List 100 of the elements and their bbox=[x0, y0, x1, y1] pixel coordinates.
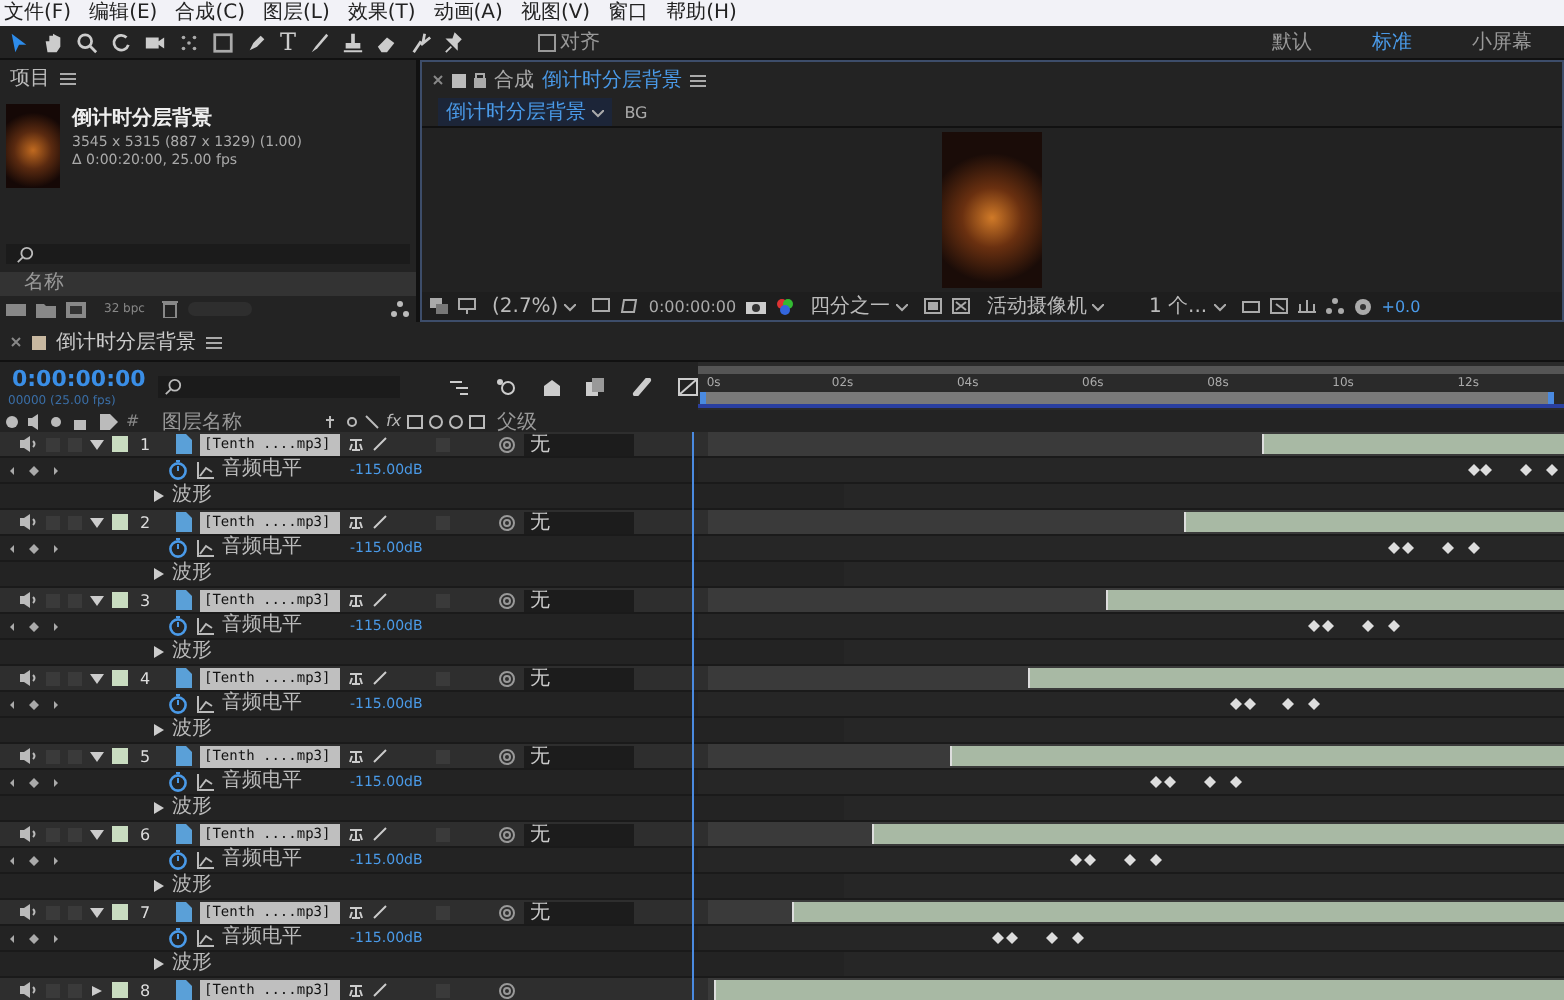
workspace-tab[interactable]: 小屏幕 bbox=[1448, 28, 1556, 56]
menu-item[interactable]: 编辑(E) bbox=[89, 0, 158, 26]
menu-icon[interactable] bbox=[690, 73, 706, 87]
composition-name[interactable]: 倒计时分层背景 bbox=[542, 66, 682, 94]
expand-triangle-icon[interactable] bbox=[90, 751, 104, 761]
expand-triangle-icon[interactable] bbox=[154, 802, 164, 814]
parent-dropdown[interactable]: 无 bbox=[524, 901, 634, 923]
audio-icon[interactable] bbox=[18, 670, 38, 686]
graph-icon[interactable] bbox=[196, 695, 214, 713]
rotate-tool-icon[interactable] bbox=[110, 31, 132, 53]
label-color-swatch[interactable] bbox=[112, 670, 128, 686]
menu-item[interactable]: 帮助(H) bbox=[666, 0, 737, 26]
search-field[interactable] bbox=[6, 244, 410, 264]
label-color-swatch[interactable] bbox=[112, 514, 128, 530]
expand-triangle-icon[interactable] bbox=[154, 568, 164, 580]
menu-icon[interactable] bbox=[60, 71, 76, 85]
keyframe-navigator-icon[interactable] bbox=[8, 697, 60, 711]
region-icon[interactable] bbox=[924, 298, 943, 314]
parent-dropdown[interactable]: 无 bbox=[524, 511, 634, 533]
transparency-grid-icon[interactable] bbox=[952, 298, 971, 314]
expand-triangle-icon[interactable] bbox=[154, 724, 164, 736]
graph-icon[interactable] bbox=[196, 929, 214, 947]
color-channels-icon[interactable] bbox=[776, 297, 795, 315]
keyframe-navigator-icon[interactable] bbox=[8, 463, 60, 477]
hand-tool-icon[interactable] bbox=[42, 31, 64, 53]
expand-triangle-icon[interactable] bbox=[154, 490, 164, 502]
composition-flow-icon[interactable] bbox=[450, 377, 470, 395]
shy-icon[interactable] bbox=[348, 592, 364, 608]
expand-triangle-icon[interactable] bbox=[90, 595, 104, 605]
shy-icon[interactable] bbox=[348, 436, 364, 452]
audio-icon[interactable] bbox=[18, 514, 38, 530]
expand-triangle-icon[interactable] bbox=[154, 646, 164, 658]
shy-icon[interactable] bbox=[348, 514, 364, 530]
expand-triangle-icon[interactable] bbox=[90, 673, 104, 683]
graph-icon[interactable] bbox=[196, 461, 214, 479]
layers-icon[interactable] bbox=[430, 298, 448, 314]
column-header[interactable]: 名称 bbox=[24, 272, 64, 294]
parent-pickwhip-icon[interactable] bbox=[498, 435, 516, 453]
audio-icon[interactable] bbox=[18, 982, 38, 998]
shy-icon[interactable] bbox=[348, 748, 364, 764]
stopwatch-icon[interactable] bbox=[168, 850, 188, 870]
zoom-dropdown[interactable]: (2.7%) bbox=[486, 295, 583, 317]
expand-triangle-icon[interactable] bbox=[90, 829, 104, 839]
parent-pickwhip-icon[interactable] bbox=[498, 903, 516, 921]
quality-icon[interactable] bbox=[372, 592, 388, 608]
close-icon[interactable] bbox=[432, 74, 444, 86]
keyframe-navigator-icon[interactable] bbox=[8, 931, 60, 945]
brush-tool-icon[interactable] bbox=[308, 31, 331, 53]
expand-triangle-icon[interactable] bbox=[90, 907, 104, 917]
quality-icon[interactable] bbox=[372, 982, 388, 998]
parent-pickwhip-icon[interactable] bbox=[498, 591, 516, 609]
graph-icon[interactable] bbox=[196, 773, 214, 791]
shy-layers-icon[interactable] bbox=[541, 377, 561, 395]
parent-pickwhip-icon[interactable] bbox=[498, 981, 516, 999]
pin-tool-icon[interactable] bbox=[444, 31, 467, 53]
menu-item[interactable]: 窗口 bbox=[608, 0, 649, 26]
parent-pickwhip-icon[interactable] bbox=[498, 825, 516, 843]
parent-dropdown[interactable]: 无 bbox=[524, 745, 634, 767]
views-dropdown[interactable]: 1 个... bbox=[1142, 292, 1232, 320]
keyframe-navigator-icon[interactable] bbox=[8, 619, 60, 633]
audio-icon[interactable] bbox=[18, 436, 38, 452]
stopwatch-icon[interactable] bbox=[168, 928, 188, 948]
label-color-swatch[interactable] bbox=[112, 592, 128, 608]
preview-icon[interactable] bbox=[1269, 298, 1288, 314]
menu-icon[interactable] bbox=[206, 335, 222, 349]
parent-pickwhip-icon[interactable] bbox=[498, 513, 516, 531]
quality-icon[interactable] bbox=[372, 436, 388, 452]
trash-icon[interactable] bbox=[162, 300, 179, 318]
camera-icon[interactable] bbox=[746, 298, 767, 314]
label-color-swatch[interactable] bbox=[112, 982, 128, 998]
quality-icon[interactable] bbox=[372, 826, 388, 842]
expand-triangle-icon[interactable] bbox=[154, 880, 164, 892]
graph-editor-icon[interactable] bbox=[678, 377, 698, 395]
parent-pickwhip-icon[interactable] bbox=[498, 669, 516, 687]
shy-icon[interactable] bbox=[348, 826, 364, 842]
stamp-tool-icon[interactable] bbox=[342, 31, 365, 53]
exposure-icon[interactable] bbox=[1353, 297, 1372, 315]
shy-icon[interactable] bbox=[348, 670, 364, 686]
frame-blending-icon[interactable] bbox=[586, 377, 607, 395]
timeline-icon[interactable] bbox=[1297, 298, 1316, 314]
flowchart-icon[interactable] bbox=[390, 300, 410, 318]
roto-tool-icon[interactable] bbox=[410, 31, 433, 53]
audio-icon[interactable] bbox=[18, 748, 38, 764]
keyframe-navigator-icon[interactable] bbox=[8, 853, 60, 867]
folder-icon[interactable] bbox=[36, 301, 56, 317]
shy-icon[interactable] bbox=[348, 904, 364, 920]
label-color-swatch[interactable] bbox=[112, 904, 128, 920]
stopwatch-icon[interactable] bbox=[168, 616, 188, 636]
composition-dropdown[interactable]: 倒计时分层背景 bbox=[438, 98, 613, 126]
audio-icon[interactable] bbox=[18, 826, 38, 842]
column-header[interactable]: 图层名称 bbox=[162, 407, 318, 435]
audio-icon[interactable] bbox=[18, 904, 38, 920]
menu-item[interactable]: 图层(L) bbox=[262, 0, 330, 26]
close-icon[interactable] bbox=[10, 336, 22, 348]
quality-icon[interactable] bbox=[372, 748, 388, 764]
motion-blur-icon[interactable] bbox=[632, 377, 653, 395]
snap-checkbox[interactable]: 对齐 bbox=[538, 28, 601, 56]
layer-breadcrumb[interactable]: BG bbox=[624, 103, 648, 121]
menu-item[interactable]: 文件(F) bbox=[4, 0, 72, 26]
menu-item[interactable]: 动画(A) bbox=[433, 0, 503, 26]
